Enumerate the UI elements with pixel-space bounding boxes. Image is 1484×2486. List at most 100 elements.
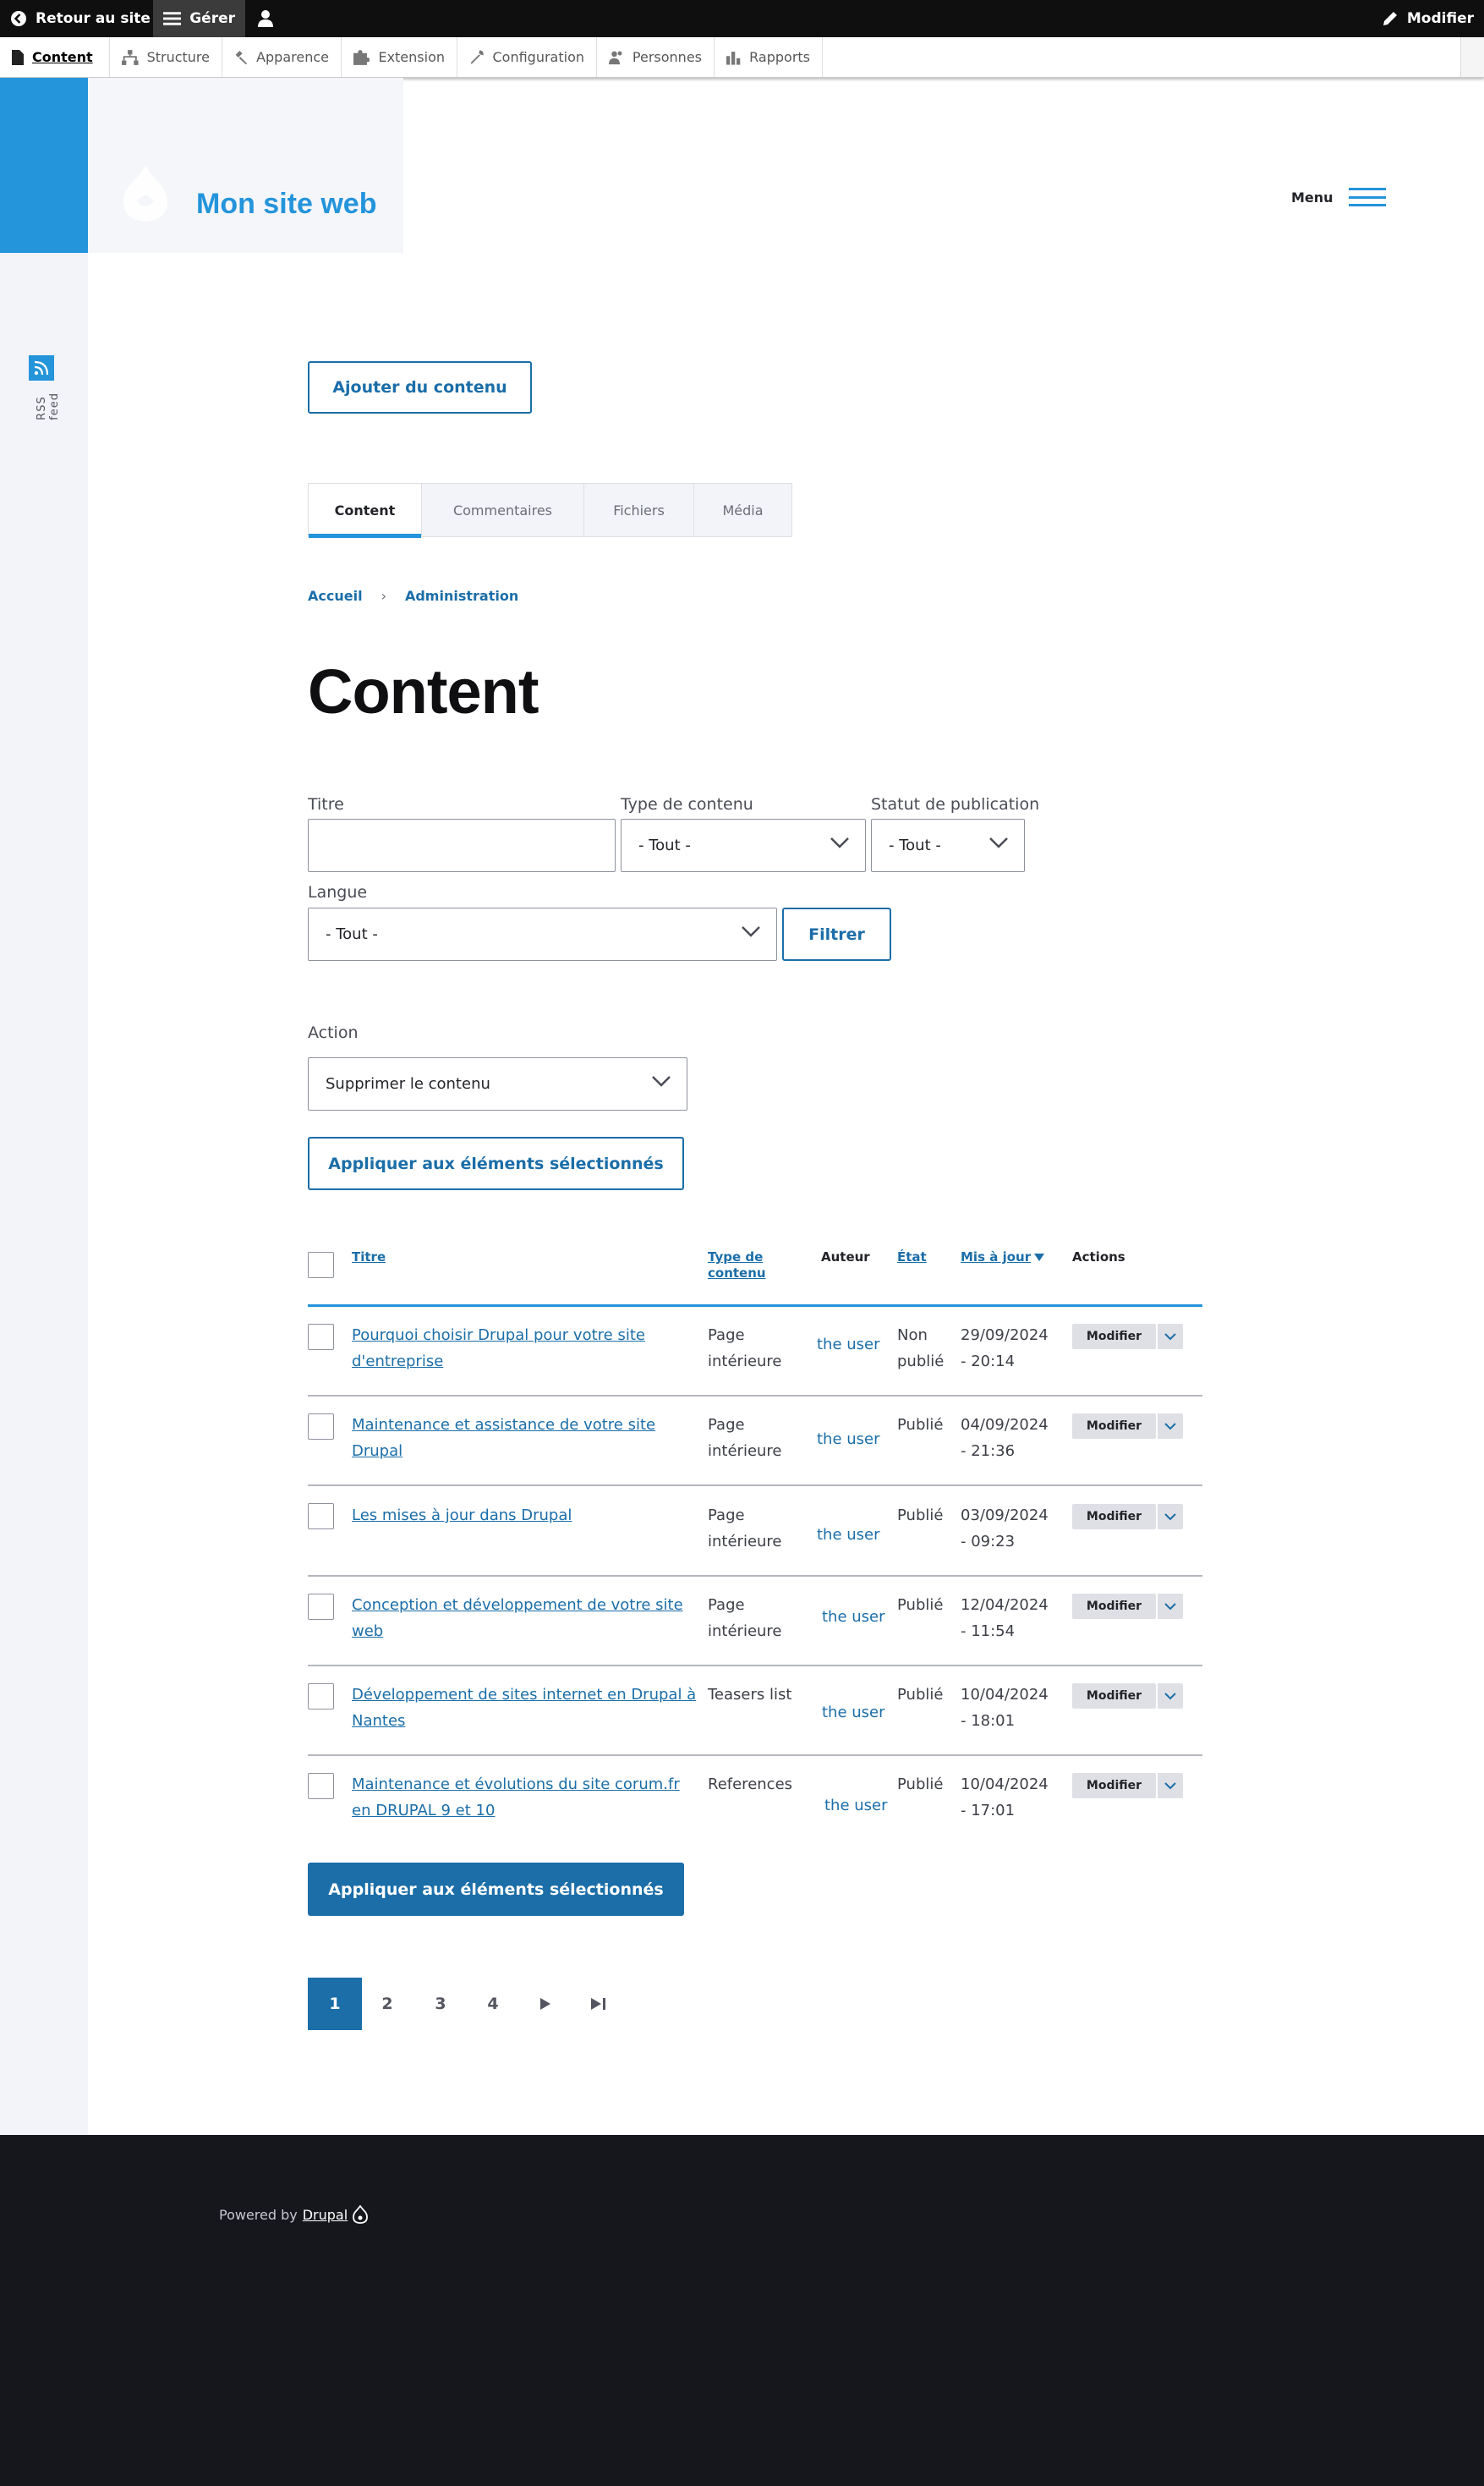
row-updated: 10/04/2024- 17:01 <box>961 1775 1049 1819</box>
rss-feed-link[interactable]: RSS feed <box>29 355 61 420</box>
row-checkbox[interactable] <box>308 1594 334 1620</box>
title-filter-label: Titre <box>308 795 344 814</box>
row-edit-button[interactable]: Modifier <box>1072 1504 1156 1529</box>
column-updated[interactable]: Mis à jour <box>961 1249 1045 1265</box>
edit-label: Modifier <box>1406 10 1474 27</box>
tray-item-structure[interactable]: Structure <box>110 37 222 77</box>
row-operations-toggle[interactable] <box>1156 1504 1183 1529</box>
row-divider <box>308 1754 1202 1756</box>
title-filter-input[interactable] <box>308 819 616 872</box>
menu-label: Menu <box>1291 189 1333 206</box>
main-menu-button[interactable]: Menu <box>1291 188 1386 206</box>
drupal-logo-icon[interactable] <box>122 164 169 223</box>
chevron-down-icon <box>652 1076 671 1087</box>
row-checkbox[interactable] <box>308 1324 334 1350</box>
row-edit-button[interactable]: Modifier <box>1072 1683 1156 1709</box>
row-updated: 03/09/2024- 09:23 <box>961 1506 1049 1550</box>
filter-button[interactable]: Filtrer <box>782 908 891 961</box>
row-title-link[interactable]: Pourquoi choisir Drupal pour votre site d… <box>352 1322 697 1375</box>
row-author-link[interactable]: the user <box>822 1699 885 1726</box>
column-type[interactable]: Type de contenu <box>708 1249 766 1281</box>
site-name[interactable]: Mon site web <box>196 188 376 221</box>
row-title-link[interactable]: Les mises à jour dans Drupal <box>352 1502 697 1528</box>
language-filter-select[interactable]: - Tout - <box>308 908 777 961</box>
chevron-down-icon <box>1164 1692 1176 1699</box>
wrench-icon <box>470 49 484 64</box>
tab-files[interactable]: Fichiers <box>584 484 694 536</box>
tab-content[interactable]: Content <box>309 484 422 538</box>
row-type: References <box>708 1775 793 1793</box>
add-content-button[interactable]: Ajouter du contenu <box>308 361 532 414</box>
row-author-link[interactable]: the user <box>817 1331 880 1358</box>
row-operations-toggle[interactable] <box>1156 1683 1183 1709</box>
row-operations-toggle[interactable] <box>1156 1773 1183 1798</box>
manage-tab[interactable]: Gérer <box>153 0 245 37</box>
row-state: Publié <box>897 1506 944 1524</box>
column-state[interactable]: État <box>897 1249 927 1265</box>
row-type: Teasers list <box>708 1686 792 1704</box>
row-edit-button[interactable]: Modifier <box>1072 1773 1156 1798</box>
site-footer <box>0 2135 1484 2486</box>
user-tab[interactable] <box>245 0 286 37</box>
select-all-checkbox[interactable] <box>308 1252 334 1278</box>
row-operations-toggle[interactable] <box>1156 1594 1183 1619</box>
action-select[interactable]: Supprimer le contenu <box>308 1057 687 1111</box>
admin-tray: Content Structure Apparence Extension Co… <box>0 37 1484 78</box>
pager-page-4[interactable]: 4 <box>466 1978 520 2030</box>
tray-item-content[interactable]: Content <box>0 37 110 77</box>
row-title-link[interactable]: Conception et développement de votre sit… <box>352 1592 697 1644</box>
row-title-link[interactable]: Maintenance et évolutions du site corum.… <box>352 1771 697 1824</box>
column-title[interactable]: Titre <box>352 1249 386 1265</box>
row-operations-toggle[interactable] <box>1156 1324 1183 1349</box>
pencil-icon <box>1383 12 1397 25</box>
row-checkbox[interactable] <box>308 1503 334 1529</box>
admin-toolbar: Retour au site Gérer Modifier <box>0 0 1484 37</box>
row-edit-button[interactable]: Modifier <box>1072 1324 1156 1349</box>
row-edit-button[interactable]: Modifier <box>1072 1413 1156 1439</box>
apply-action-button-bottom[interactable]: Appliquer aux éléments sélectionnés <box>308 1863 684 1916</box>
row-state: Publié <box>897 1416 944 1434</box>
breadcrumb-administration[interactable]: Administration <box>405 588 518 604</box>
chevron-down-icon <box>1164 1512 1176 1520</box>
page-title: Content <box>308 656 539 727</box>
apply-action-button-top[interactable]: Appliquer aux éléments sélectionnés <box>308 1137 684 1190</box>
row-author-link[interactable]: the user <box>817 1522 880 1548</box>
tray-item-people[interactable]: Personnes <box>597 37 715 77</box>
row-checkbox[interactable] <box>308 1413 334 1440</box>
breadcrumb-home[interactable]: Accueil <box>308 588 363 604</box>
row-title-link[interactable]: Maintenance et assistance de votre site D… <box>352 1412 697 1464</box>
tray-item-extension[interactable]: Extension <box>342 37 457 77</box>
row-type: Page intérieure <box>708 1416 782 1460</box>
tray-item-configuration[interactable]: Configuration <box>457 37 597 77</box>
row-edit-button[interactable]: Modifier <box>1072 1594 1156 1619</box>
drupal-link[interactable]: Drupal <box>303 2207 348 2223</box>
back-label: Retour au site <box>36 10 151 27</box>
row-author-link[interactable]: the user <box>824 1792 888 1819</box>
row-divider <box>308 1395 1202 1397</box>
tray-orientation-toggle[interactable] <box>1460 37 1484 77</box>
tab-media[interactable]: Média <box>694 484 791 536</box>
pager-page-3[interactable]: 3 <box>413 1978 468 2030</box>
row-checkbox[interactable] <box>308 1773 334 1799</box>
back-to-site-link[interactable]: Retour au site <box>0 0 161 37</box>
chevron-down-icon <box>989 837 1008 848</box>
row-author-link[interactable]: the user <box>822 1604 885 1630</box>
tray-item-reports[interactable]: Rapports <box>715 37 823 77</box>
chevron-down-icon <box>1164 1422 1176 1430</box>
row-title-link[interactable]: Développement de sites internet en Drupa… <box>352 1682 697 1734</box>
left-rail <box>0 78 88 2135</box>
row-operations-toggle[interactable] <box>1156 1413 1183 1439</box>
type-filter-select[interactable]: - Tout - <box>621 819 866 872</box>
tab-comments[interactable]: Commentaires <box>422 484 584 536</box>
pager-page-2[interactable]: 2 <box>360 1978 414 2030</box>
pager-next[interactable] <box>518 1978 572 2030</box>
row-state: Publié <box>897 1775 944 1793</box>
pager-page-1[interactable]: 1 <box>308 1978 362 2030</box>
tray-item-appearance[interactable]: Apparence <box>222 37 342 77</box>
row-checkbox[interactable] <box>308 1683 334 1709</box>
pager-last[interactable] <box>572 1978 626 2030</box>
row-author-link[interactable]: the user <box>817 1426 880 1452</box>
status-filter-select[interactable]: - Tout - <box>871 819 1025 872</box>
edit-tab[interactable]: Modifier <box>1372 0 1484 37</box>
drupal-drop-icon <box>353 2205 369 2224</box>
